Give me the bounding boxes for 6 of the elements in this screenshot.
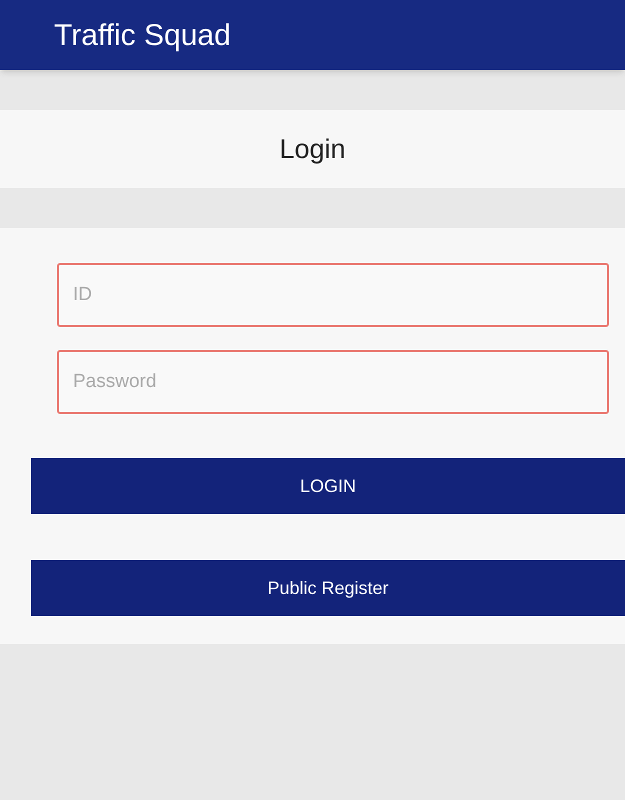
login-button[interactable]: LOGIN bbox=[31, 458, 625, 514]
register-button[interactable]: Public Register bbox=[31, 560, 625, 616]
app-title: Traffic Squad bbox=[54, 18, 231, 54]
input-field[interactable]: Password bbox=[57, 350, 609, 414]
input-field[interactable]: ID bbox=[57, 263, 609, 327]
page-title: Login bbox=[279, 132, 346, 166]
